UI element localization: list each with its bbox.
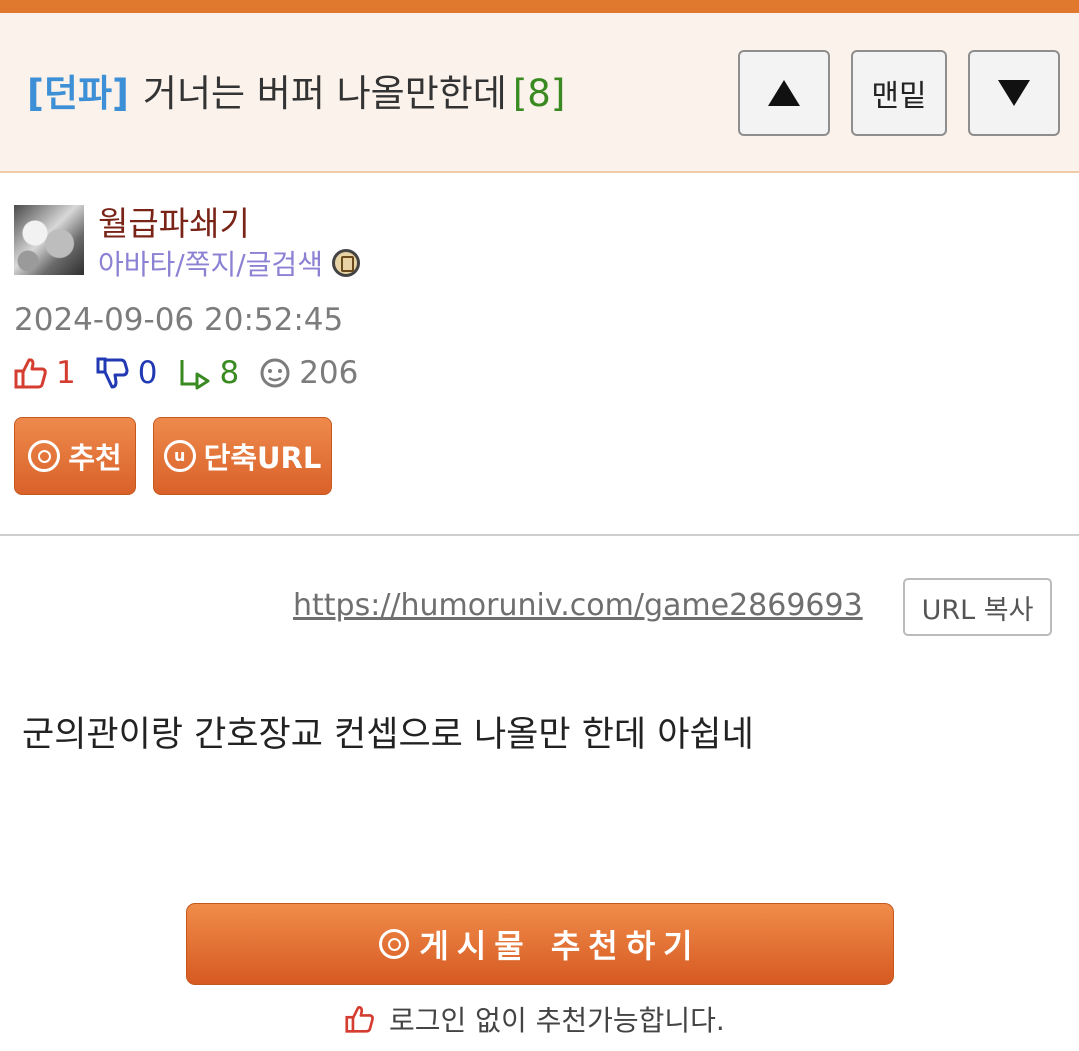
- recommend-circle-icon: [28, 440, 61, 472]
- smiley-view-icon: [260, 358, 290, 388]
- recommend-circle-icon: [379, 929, 410, 959]
- post-stats: 1 0 8 206: [14, 352, 378, 394]
- author-name[interactable]: 월급파쇄기: [98, 197, 250, 245]
- view-count: 206: [299, 355, 359, 391]
- downvote-count: 0: [137, 355, 158, 391]
- title-text: 거너는 버퍼 나올만한데: [142, 72, 507, 115]
- post-header: [던파] 거너는 버퍼 나올만한데 [8] 맨밑: [0, 13, 1079, 173]
- post-recommend-label: 게시물 추천하기: [419, 927, 701, 965]
- comment-count[interactable]: [8]: [513, 72, 565, 115]
- shorturl-label: 단축URL: [203, 441, 322, 475]
- author-links: 아바타/쪽지/글검색: [98, 243, 360, 283]
- top-accent-bar: [0, 0, 1079, 13]
- recommend-note: 로그인 없이 추천가능합니다.: [345, 999, 725, 1039]
- section-divider: [0, 534, 1079, 536]
- view-stat: 206: [259, 355, 358, 391]
- thumbs-up-icon: [14, 358, 47, 389]
- post-recommend-button[interactable]: 게시물 추천하기: [186, 903, 894, 985]
- triangle-down-icon: [998, 80, 1030, 106]
- category-tag[interactable]: [던파]: [27, 72, 129, 115]
- reply-count: 8: [219, 355, 240, 391]
- url-copy-button[interactable]: URL 복사: [903, 578, 1052, 636]
- scroll-bottom-button[interactable]: 맨밑: [851, 50, 947, 136]
- author-links-text[interactable]: 아바타/쪽지/글검색: [98, 243, 323, 283]
- upvote-stat: 1: [14, 355, 76, 391]
- shorturl-u-icon: u: [163, 440, 196, 472]
- shorturl-button[interactable]: u 단축URL: [153, 417, 332, 495]
- thumbs-up-icon: [345, 1006, 374, 1033]
- recommend-button[interactable]: 추천: [14, 417, 136, 495]
- avatar[interactable]: [14, 205, 84, 275]
- recommend-label: 추천: [68, 441, 122, 475]
- level-badge-icon: [331, 249, 360, 277]
- scroll-up-button[interactable]: [738, 50, 830, 136]
- scroll-bottom-label: 맨밑: [871, 79, 927, 114]
- downvote-stat: 0: [96, 355, 158, 391]
- triangle-up-icon: [768, 80, 800, 106]
- post-content: 군의관이랑 간호장교 컨셉으로 나올만 한데 아쉽네: [22, 715, 754, 755]
- thumbs-down-icon: [96, 357, 129, 389]
- recommend-note-text: 로그인 없이 추천가능합니다.: [389, 1004, 725, 1037]
- reply-arrow-icon: [180, 360, 210, 390]
- scroll-down-button[interactable]: [968, 50, 1060, 136]
- post-url-link[interactable]: https://humoruniv.com/game2869693: [293, 588, 863, 623]
- reply-stat: 8: [177, 355, 239, 391]
- post-title: [던파] 거너는 버퍼 나올만한데 [8]: [27, 71, 565, 117]
- post-date: 2024-09-06 20:52:45: [14, 302, 344, 338]
- upvote-count: 1: [56, 355, 76, 391]
